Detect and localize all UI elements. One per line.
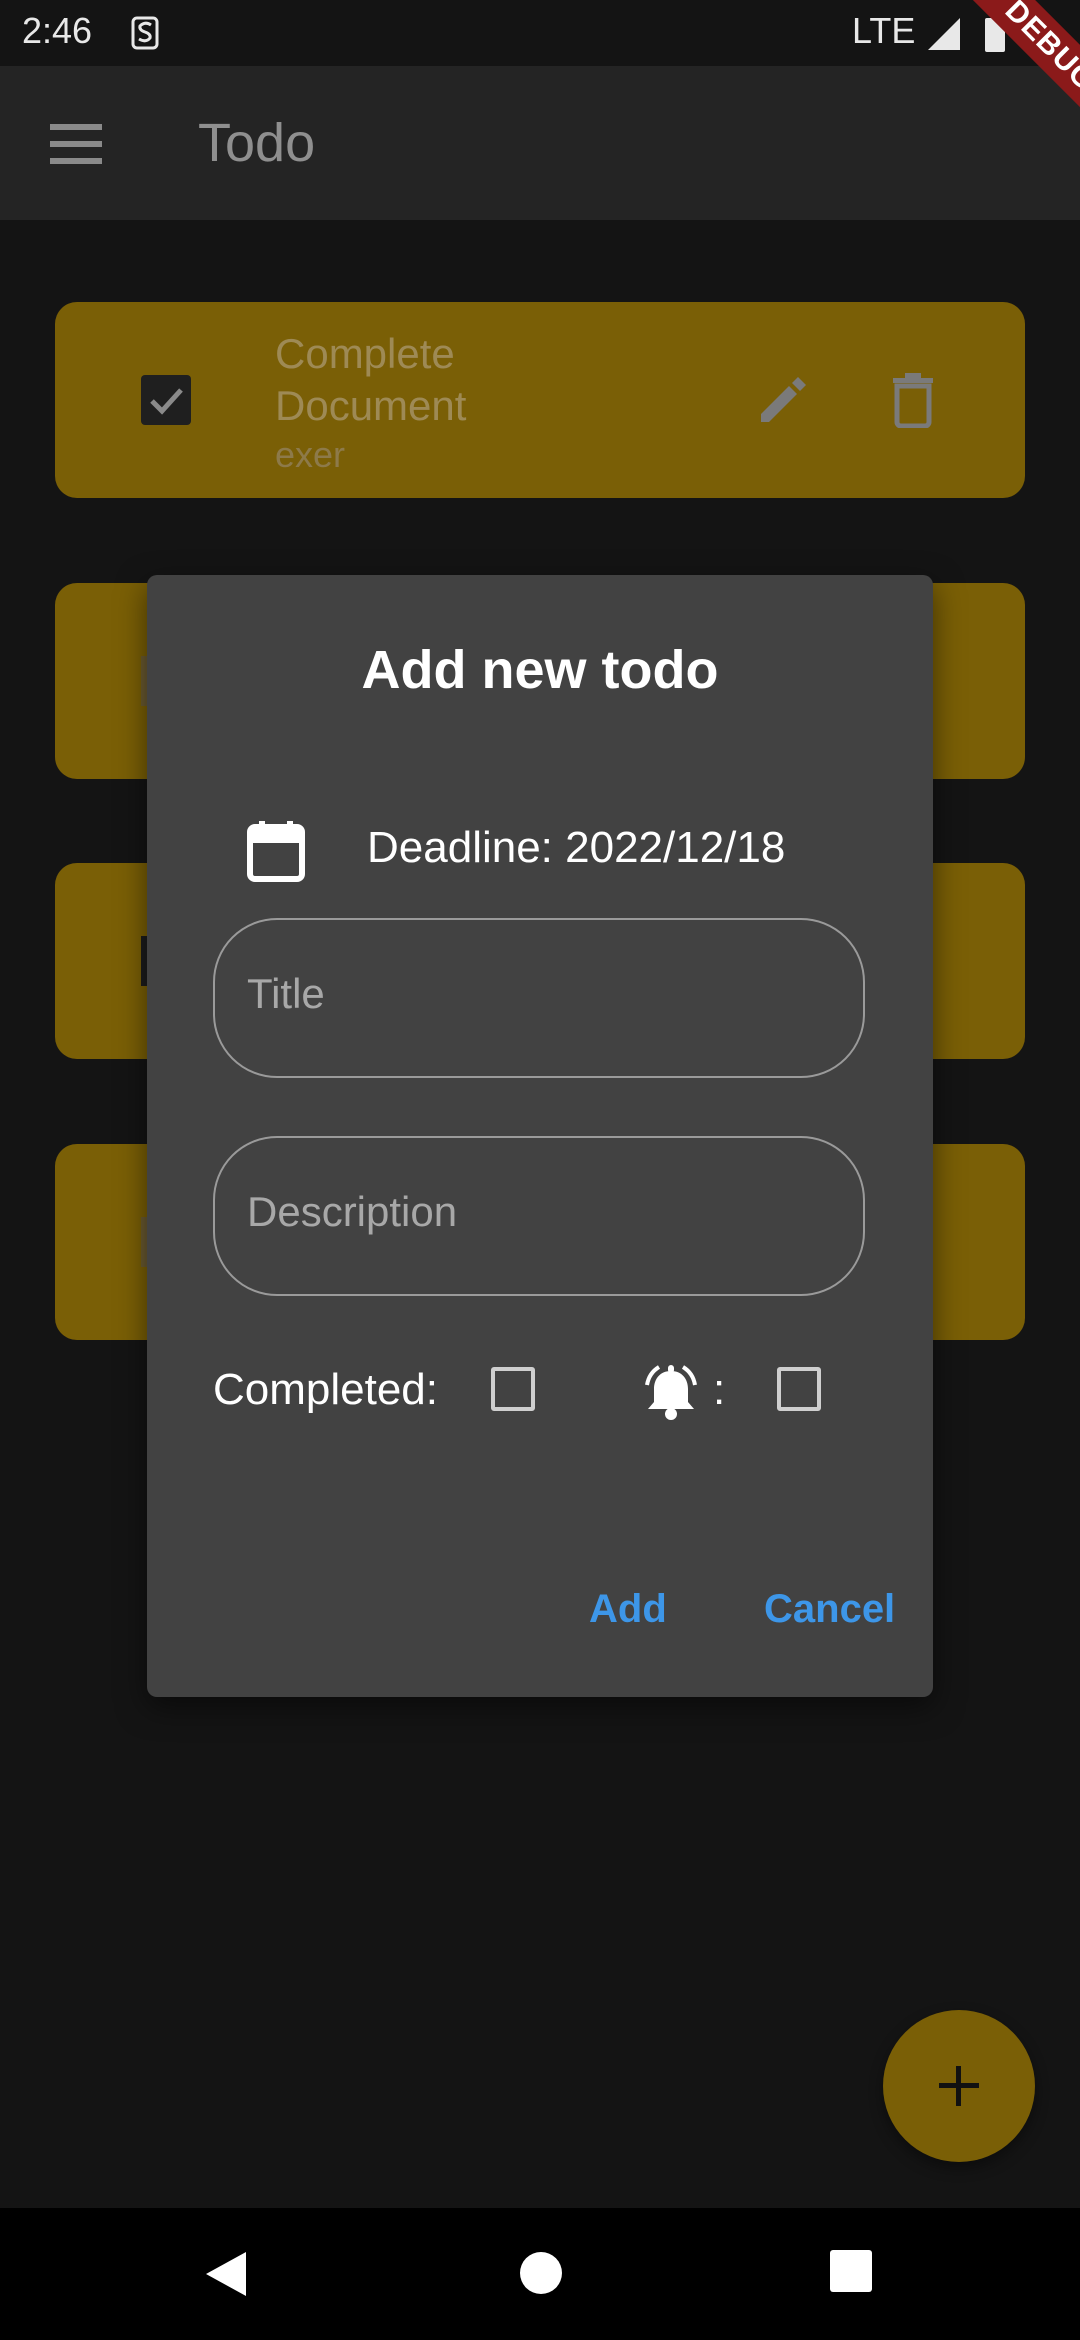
plus-icon [939, 2066, 979, 2106]
status-bar [0, 0, 1080, 66]
app-bar [0, 66, 1080, 220]
status-time: 2:46 [22, 10, 93, 51]
alarm-icon [645, 1365, 697, 1420]
navigation-bar [0, 2208, 1080, 2340]
check-icon [150, 388, 183, 415]
cancel-button[interactable]: Cancel [764, 1587, 895, 1632]
calendar-icon[interactable] [247, 821, 305, 883]
menu-icon[interactable] [48, 120, 104, 168]
alarm-separator: : [713, 1365, 726, 1414]
signal-icon [928, 18, 960, 50]
add-button[interactable]: Add [589, 1587, 667, 1632]
nav-back-icon[interactable] [202, 2250, 250, 2298]
todo-description: exer [275, 434, 346, 475]
nav-home-icon[interactable] [518, 2250, 564, 2296]
completed-label: Completed: [213, 1365, 439, 1414]
todo-title: Complete Document [275, 330, 467, 429]
todo-card[interactable]: Complete Document exer [55, 302, 1025, 498]
sim-icon [131, 16, 159, 50]
completed-checkbox[interactable] [491, 1367, 535, 1411]
dialog-title: Add new todo [361, 640, 719, 700]
alarm-checkbox[interactable] [777, 1367, 821, 1411]
network-type: LTE [852, 10, 916, 51]
todo-checkbox[interactable] [141, 375, 191, 425]
description-input[interactable]: Description [213, 1136, 865, 1296]
edit-icon[interactable] [755, 372, 811, 428]
add-todo-fab[interactable] [883, 2010, 1035, 2162]
title-input[interactable]: Title [213, 918, 865, 1078]
deadline-text[interactable]: Deadline: 2022/12/18 [367, 823, 785, 873]
add-todo-dialog: Add new todo Deadline: 2022/12/18 Title … [147, 575, 933, 1697]
description-placeholder: Description [247, 1188, 458, 1235]
app-title: Todo [198, 113, 316, 173]
nav-recents-icon[interactable] [830, 2250, 872, 2292]
title-placeholder: Title [247, 970, 325, 1017]
delete-icon[interactable] [893, 372, 933, 428]
